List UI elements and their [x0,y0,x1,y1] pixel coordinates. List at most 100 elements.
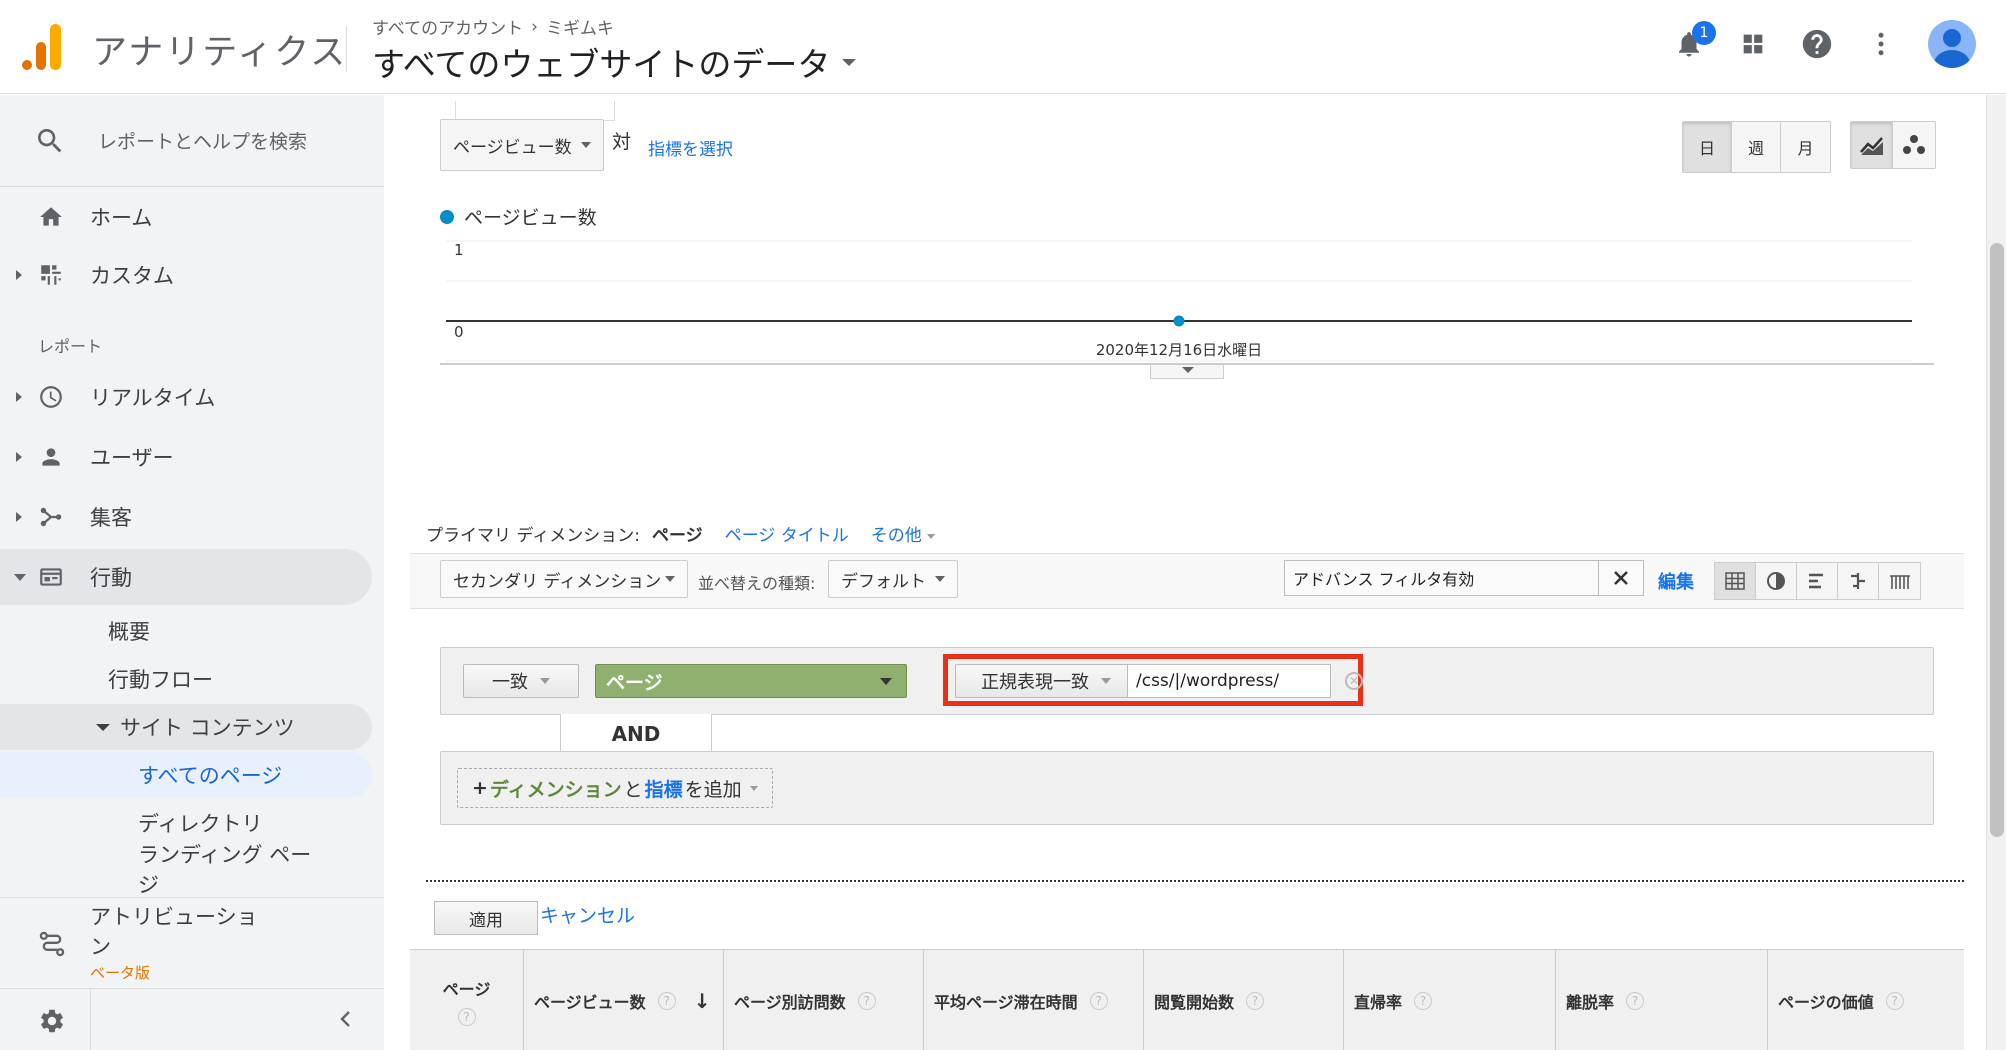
comparison-view-button[interactable] [1838,563,1879,599]
sidebar-item-overview[interactable]: 概要 [0,608,372,654]
clear-filter-button[interactable] [1598,560,1644,596]
collapse-sidebar-icon[interactable] [334,1007,358,1031]
help-icon[interactable]: ? [1246,991,1265,1010]
edit-filter-link[interactable]: 編集 [1658,568,1694,594]
add-metric-label: 指標 [644,778,683,801]
cancel-link[interactable]: キャンセル [540,901,635,928]
sidebar-item-label: アトリビューション [90,905,258,959]
metric-select[interactable]: ページビュー数 [440,119,604,171]
primary-dimension-page-title[interactable]: ページ タイトル [725,521,849,546]
column-pageviews[interactable]: ページビュー数 ? ↓ [524,950,724,1050]
bar-list-icon [1809,573,1823,589]
help-icon[interactable]: ? [1414,991,1433,1010]
chart-resize-handle[interactable] [1150,365,1224,379]
sidebar-item-label: サイト コンテンツ [120,716,295,740]
chevron-down-icon [880,677,892,685]
performance-view-button[interactable] [1797,563,1838,599]
apps-button[interactable] [1736,27,1770,61]
column-avg-time[interactable]: 平均ページ滞在時間 ? [924,950,1144,1050]
sort-desc-icon: ↓ [693,988,711,1013]
help-icon[interactable]: ? [1089,991,1108,1010]
sidebar: レポートとヘルプを検索 ホーム カスタム レポート リアルタイム ユーザー 集客… [0,95,384,1050]
primary-dimension-label: プライマリ ディメンション: [426,526,640,546]
month-button[interactable]: 月 [1781,122,1830,172]
sidebar-settings-row [0,988,384,1050]
scrollbar-thumb[interactable] [1990,243,2004,837]
sidebar-search[interactable]: レポートとヘルプを検索 [0,95,384,187]
column-page-value[interactable]: ページの価値 ? [1768,950,1964,1050]
sidebar-item-label: ユーザー [90,446,174,470]
explorer-tab[interactable] [455,101,615,121]
chevron-down-icon [1182,367,1194,373]
secondary-dimension-select[interactable]: セカンダリ ディメンション [440,560,688,598]
help-icon[interactable]: ? [1626,991,1645,1010]
analytics-logo[interactable] [22,24,62,70]
notifications-button[interactable]: 1 [1672,21,1716,61]
help-button[interactable] [1800,27,1834,61]
choose-metric-link[interactable]: 指標を選択 [648,135,733,160]
attribution-icon [39,931,65,957]
column-unique-pageviews[interactable]: ページ別訪問数 ? [724,950,924,1050]
sidebar-item-landing-page[interactable]: ランディング ページ [0,840,372,897]
add-dimension-metric-button[interactable]: + ディメンション と 指標 を追加 [457,768,773,808]
filter-dimension-select[interactable]: ページ [595,664,907,698]
account-avatar[interactable] [1928,20,1976,68]
pie-view-button[interactable] [1756,563,1797,599]
include-select[interactable]: 一致 [463,664,579,698]
help-icon[interactable]: ? [657,991,676,1010]
breadcrumb[interactable]: すべてのアカウント › ミギムキ [372,14,614,40]
annotation-highlight-box [943,654,1363,706]
sidebar-item-site-content[interactable]: サイト コンテンツ [0,704,372,750]
close-icon [1614,571,1628,585]
advanced-filter-condition: 一致 ページ 正規表現一致 /css/|/wordpress/ ✕ [440,647,1934,715]
more-vert-icon [1878,32,1884,56]
table-toolbar: セカンダリ ディメンション 並べ替えの種類: デフォルト アドバンス フィルタ有… [410,553,1964,609]
column-label: ページ [442,979,491,999]
remove-condition-button[interactable]: ✕ [1345,672,1363,690]
pivot-view-button[interactable] [1879,563,1920,599]
help-icon[interactable]: ? [857,991,876,1010]
pivot-icon [1889,575,1910,589]
sidebar-item-attribution[interactable]: アトリビューション ベータ版 [0,898,384,988]
gear-icon[interactable] [38,1007,66,1035]
sidebar-item-acquisition[interactable]: 集客 [0,489,372,545]
column-entrances[interactable]: 閲覧開始数 ? [1144,950,1344,1050]
more-options-button[interactable] [1864,27,1898,61]
column-bounce-rate[interactable]: 直帰率 ? [1344,950,1556,1050]
sidebar-item-home[interactable]: ホーム [0,189,372,245]
header-divider [346,26,347,72]
sidebar-item-users[interactable]: ユーザー [0,429,372,485]
expand-arrow-icon [16,270,22,280]
include-value: 一致 [492,672,528,693]
week-button[interactable]: 週 [1732,122,1781,172]
help-icon[interactable]: ? [1885,991,1904,1010]
day-button[interactable]: 日 [1683,122,1732,172]
chart-type-toggle [1850,121,1936,169]
sidebar-item-custom[interactable]: カスタム [0,247,372,303]
advanced-filter-pill[interactable]: アドバンス フィルタ有効 [1284,560,1644,596]
primary-dimension-other[interactable]: その他 [871,521,936,546]
sidebar-item-behavior[interactable]: 行動 [0,549,372,605]
apply-button[interactable]: 適用 [434,901,538,935]
sidebar-item-label: ホーム [90,206,153,230]
column-label: ページ別訪問数 [734,992,846,1012]
sidebar-item-all-pages[interactable]: すべてのページ [0,752,372,798]
breadcrumb-account[interactable]: すべてのアカウント [372,14,523,39]
page-scrollbar[interactable] [1986,95,2006,1050]
column-exit-rate[interactable]: 離脱率 ? [1556,950,1768,1050]
column-label: 直帰率 [1354,992,1403,1012]
view-selector[interactable]: すべてのウェブサイトのデータ [372,38,857,86]
y-tick-label: 1 [454,241,464,259]
breadcrumb-property[interactable]: ミギムキ [546,14,614,39]
help-icon[interactable]: ? [457,1007,476,1026]
sort-type-select[interactable]: デフォルト [828,560,958,598]
line-chart-button[interactable] [1851,122,1893,168]
sidebar-item-realtime[interactable]: リアルタイム [0,369,372,425]
sidebar-item-behavior-flow[interactable]: 行動フロー [0,656,372,702]
table-view-button[interactable] [1715,563,1756,599]
chevron-down-icon [665,576,675,582]
motion-chart-button[interactable] [1893,122,1935,168]
sidebar-item-label: リアルタイム [90,386,216,410]
filter-divider [426,880,1964,882]
column-page[interactable]: ページ ? [410,950,524,1050]
